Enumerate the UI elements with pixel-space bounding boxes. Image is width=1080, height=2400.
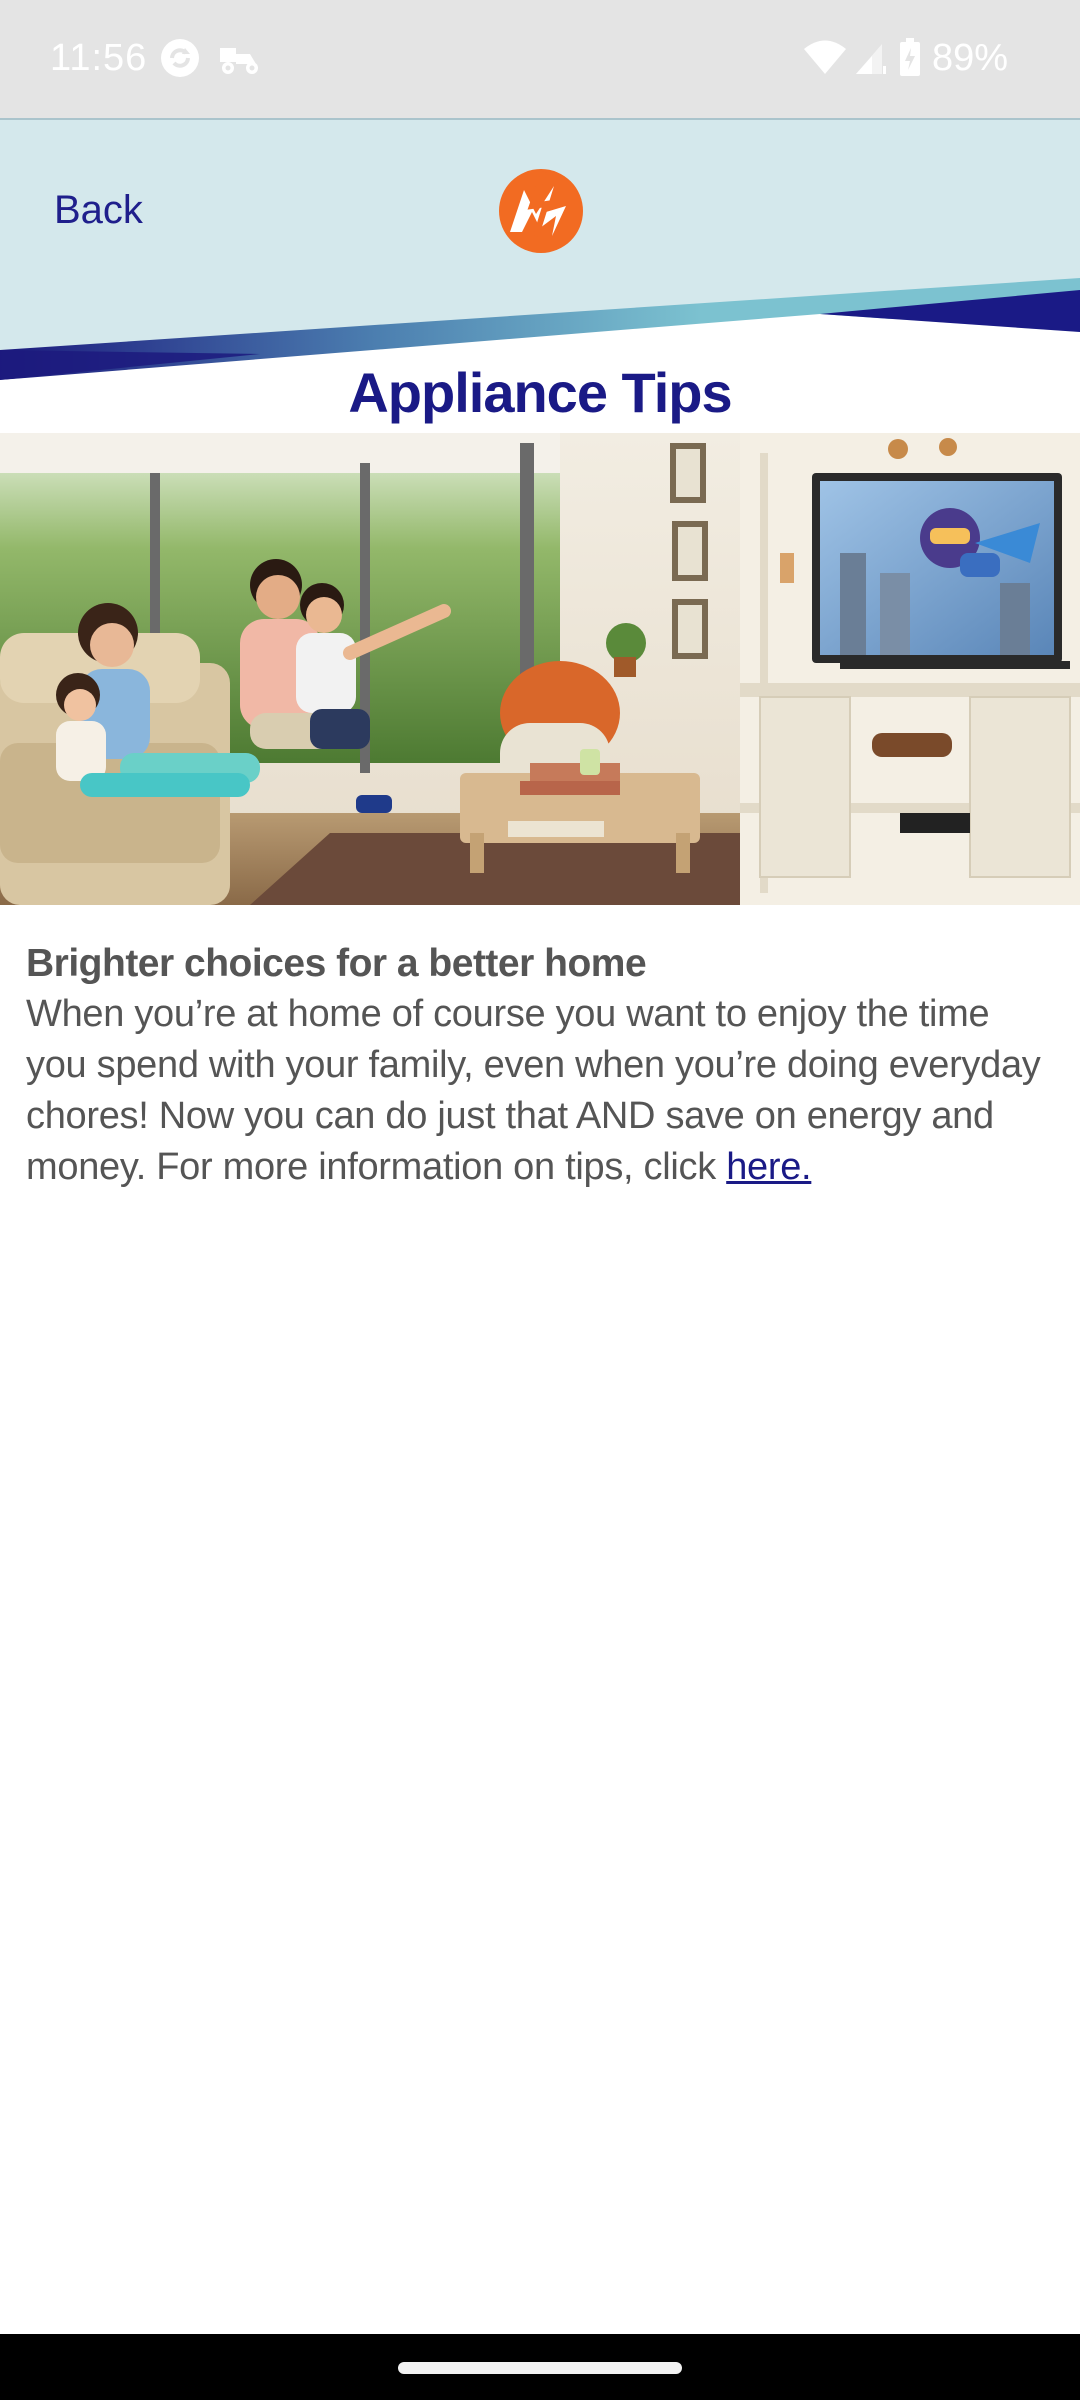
status-bar: 11:56 89% xyxy=(0,0,1080,118)
meralco-logo xyxy=(499,169,583,253)
battery-icon xyxy=(900,38,920,76)
battery-percentage: 89% xyxy=(932,37,1009,79)
status-time: 11:56 xyxy=(50,37,148,79)
article-body: When you’re at home of course you want t… xyxy=(26,989,1056,1193)
more-info-link[interactable]: here. xyxy=(726,1146,811,1188)
app-header: Back xyxy=(0,118,1080,380)
wifi-icon xyxy=(804,40,846,74)
article-content: Brighter choices for a better home When … xyxy=(26,938,1056,1193)
page-title: Appliance Tips xyxy=(348,361,732,424)
scooter-icon xyxy=(220,48,258,74)
system-nav-bar xyxy=(0,2334,1080,2400)
hero-image xyxy=(0,433,1080,905)
article-heading: Brighter choices for a better home xyxy=(26,942,647,985)
sync-icon xyxy=(161,39,199,77)
back-button[interactable]: Back xyxy=(54,180,143,240)
home-gesture-bar[interactable] xyxy=(398,2362,682,2374)
article-body-text: When you’re at home of course you want t… xyxy=(26,993,1041,1188)
signal-icon xyxy=(856,44,886,74)
